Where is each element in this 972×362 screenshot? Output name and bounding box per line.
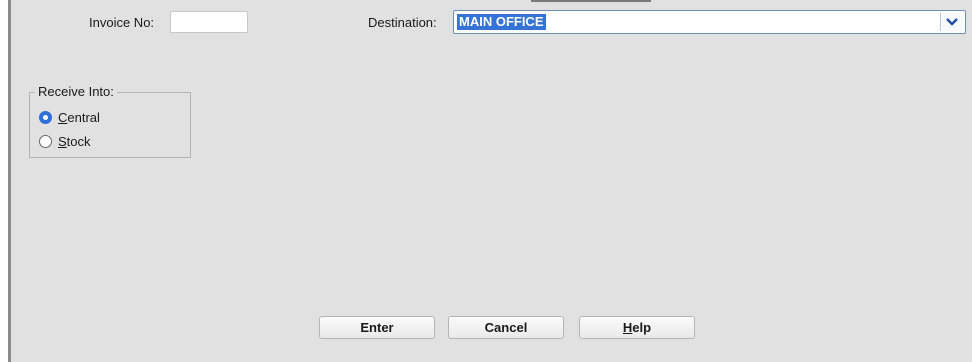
enter-button[interactable]: Enter — [319, 316, 435, 339]
destination-dropdown-button[interactable] — [940, 13, 963, 31]
destination-select[interactable]: MAIN OFFICE — [453, 10, 966, 34]
top-divider — [531, 0, 651, 2]
radio-central[interactable] — [39, 110, 52, 124]
invoice-no-input[interactable] — [170, 11, 248, 33]
help-mnemonic: H — [622, 320, 633, 335]
receive-window: Invoice No: Destination: MAIN OFFICE Rec… — [0, 0, 972, 362]
radio-central-label: Central — [58, 109, 100, 125]
receive-into-group: Receive Into: Central Stock — [29, 84, 191, 158]
help-label: elp — [632, 320, 652, 335]
help-button[interactable]: Help — [579, 316, 695, 339]
invoice-no-label: Invoice No: — [89, 15, 155, 30]
radio-stock[interactable] — [39, 134, 52, 148]
form-panel — [11, 0, 972, 362]
receive-into-legend: Receive Into: — [35, 84, 117, 99]
chevron-down-icon — [946, 18, 958, 26]
radio-option-central[interactable]: Central — [39, 109, 100, 125]
radio-option-stock[interactable]: Stock — [39, 133, 91, 149]
destination-label: Destination: — [368, 15, 437, 30]
radio-stock-label: Stock — [58, 133, 91, 149]
cancel-button[interactable]: Cancel — [448, 316, 564, 339]
destination-value: MAIN OFFICE — [457, 14, 546, 30]
